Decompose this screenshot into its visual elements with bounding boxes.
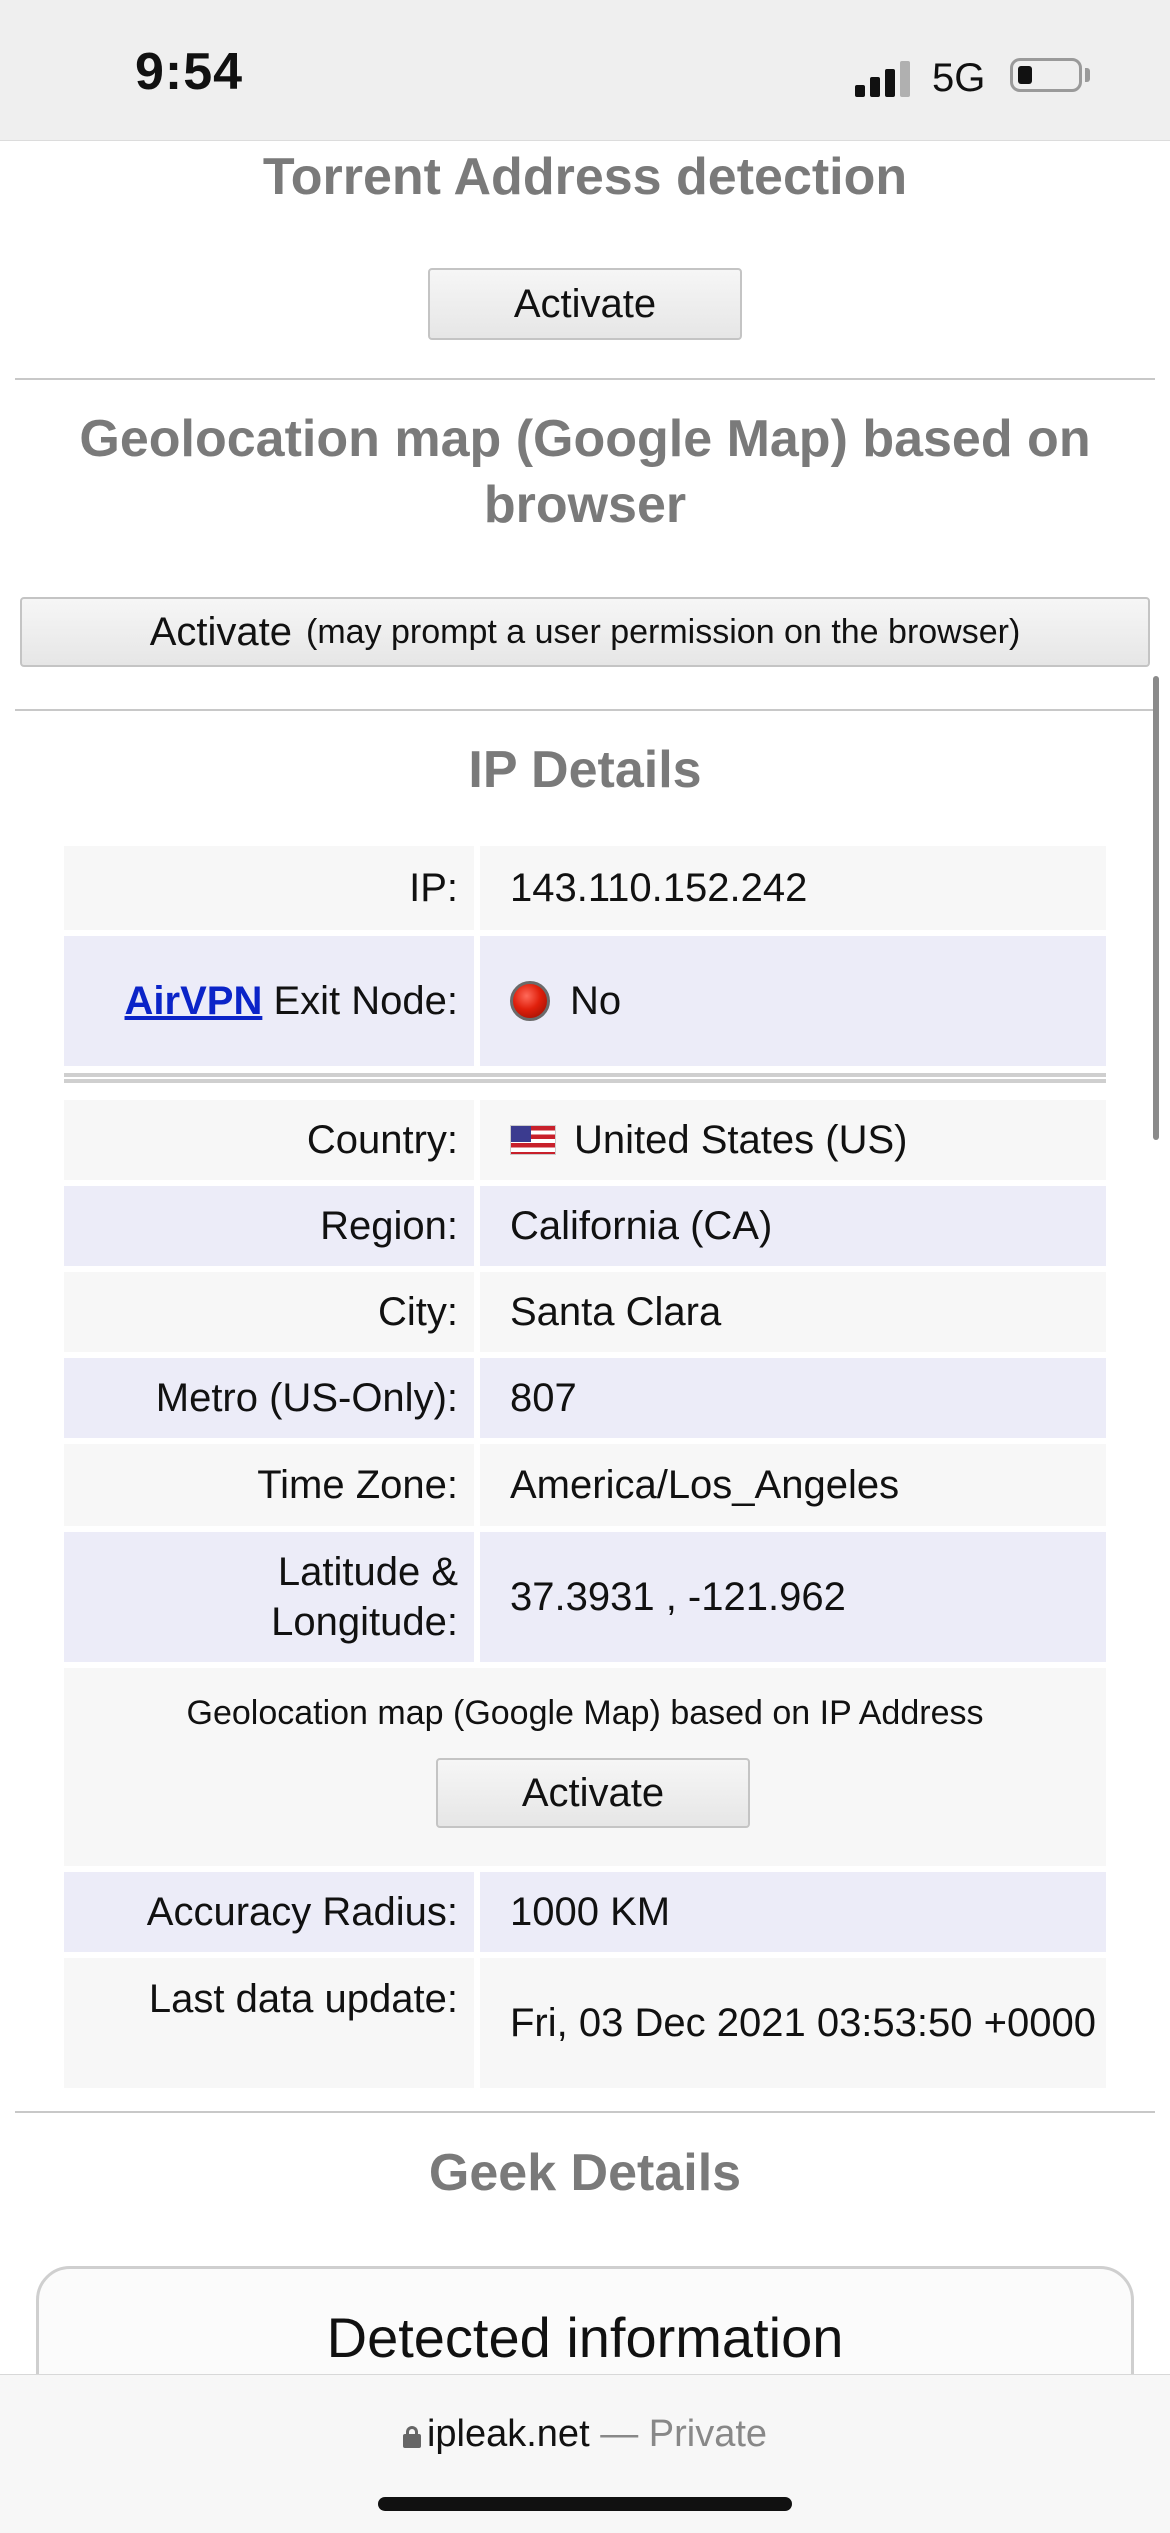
table-row: Last data update: Fri, 03 Dec 2021 03:53… [64,1958,1106,2088]
ip-geolocation-label: Geolocation map (Google Map) based on IP… [186,1694,984,1732]
ip-geolocation-activate-button[interactable]: Activate [436,1758,750,1828]
browser-geolocation-title: Geolocation map (Google Map) based on br… [79,410,1091,534]
divider [15,709,1155,711]
battery-icon [1010,58,1082,92]
timezone-value: America/Los_Angeles [480,1444,1106,1526]
table-row: Country: United States (US) [64,1100,1106,1180]
table-row: Metro (US-Only): 807 [64,1358,1106,1438]
table-row: Time Zone: America/Los_Angeles [64,1444,1106,1526]
country-label: Country: [64,1100,474,1180]
double-divider [64,1073,1106,1083]
lat-long-value: 37.3931 , -121.962 [480,1532,1106,1662]
torrent-title: Torrent Address detection [262,148,908,206]
table-row-ip: IP: 143.110.152.242 [64,846,1106,930]
region-label: Region: [64,1186,474,1266]
lat-long-label: Latitude & Longitude: [64,1532,474,1662]
home-indicator[interactable] [378,2497,792,2511]
exit-node-label: AirVPN Exit Node: [64,936,474,1066]
battery-tip-icon [1085,68,1090,82]
accuracy-label: Accuracy Radius: [64,1872,474,1952]
safari-address-bar[interactable]: ipleak.net — Private [0,2374,1170,2533]
button-label: Activate [149,609,293,654]
network-type: 5G [932,56,986,100]
us-flag-icon [510,1125,556,1155]
table-row: Region: California (CA) [64,1186,1106,1266]
exit-node-label-text: Exit Node: [273,979,458,1023]
scroll-indicator[interactable] [1153,676,1159,1140]
last-update-value: Fri, 03 Dec 2021 03:53:50 +0000 [480,1958,1106,2088]
country-text: United States (US) [574,1118,908,1162]
divider [15,2111,1155,2113]
ip-details-title: IP Details [468,741,702,799]
city-value: Santa Clara [480,1272,1106,1352]
torrent-activate-button[interactable]: Activate [428,268,742,340]
metro-value: 807 [480,1358,1106,1438]
city-label: City: [64,1272,474,1352]
red-status-dot-icon [510,981,550,1021]
exit-node-status: No [570,979,622,1023]
ip-value: 143.110.152.242 [480,846,1106,930]
button-note: (may prompt a user permission on the bro… [306,612,1021,651]
exit-node-value: No [480,936,1106,1066]
airvpn-link[interactable]: AirVPN [125,979,263,1023]
geek-details-title: Geek Details [428,2144,742,2202]
cellular-signal-icon [855,57,915,97]
divider [15,378,1155,380]
region-value: California (CA) [480,1186,1106,1266]
table-row: City: Santa Clara [64,1272,1106,1352]
status-bar: 9:54 5G [0,0,1170,141]
metro-label: Metro (US-Only): [64,1358,474,1438]
table-row: Latitude & Longitude: 37.3931 , -121.962 [64,1532,1106,1662]
address-domain: ipleak.net [426,2413,590,2455]
lock-icon [402,2426,421,2448]
ip-label: IP: [64,846,474,930]
last-update-label: Last data update: [64,1958,474,2088]
country-value: United States (US) [480,1100,1106,1180]
accuracy-value: 1000 KM [480,1872,1106,1952]
ip-geolocation-block: Geolocation map (Google Map) based on IP… [64,1668,1106,1866]
address-display[interactable]: ipleak.net — Private [0,2413,1170,2456]
table-row: Accuracy Radius: 1000 KM [64,1872,1106,1952]
address-separator: — [600,2413,639,2455]
browser-geolocation-activate-button[interactable]: Activate (may prompt a user permission o… [20,597,1150,667]
table-row-exit-node: AirVPN Exit Node: No [64,936,1106,1066]
detected-information-title: Detected information [326,2306,844,2369]
status-time: 9:54 [135,43,244,101]
private-mode-label: Private [648,2413,768,2455]
timezone-label: Time Zone: [64,1444,474,1526]
